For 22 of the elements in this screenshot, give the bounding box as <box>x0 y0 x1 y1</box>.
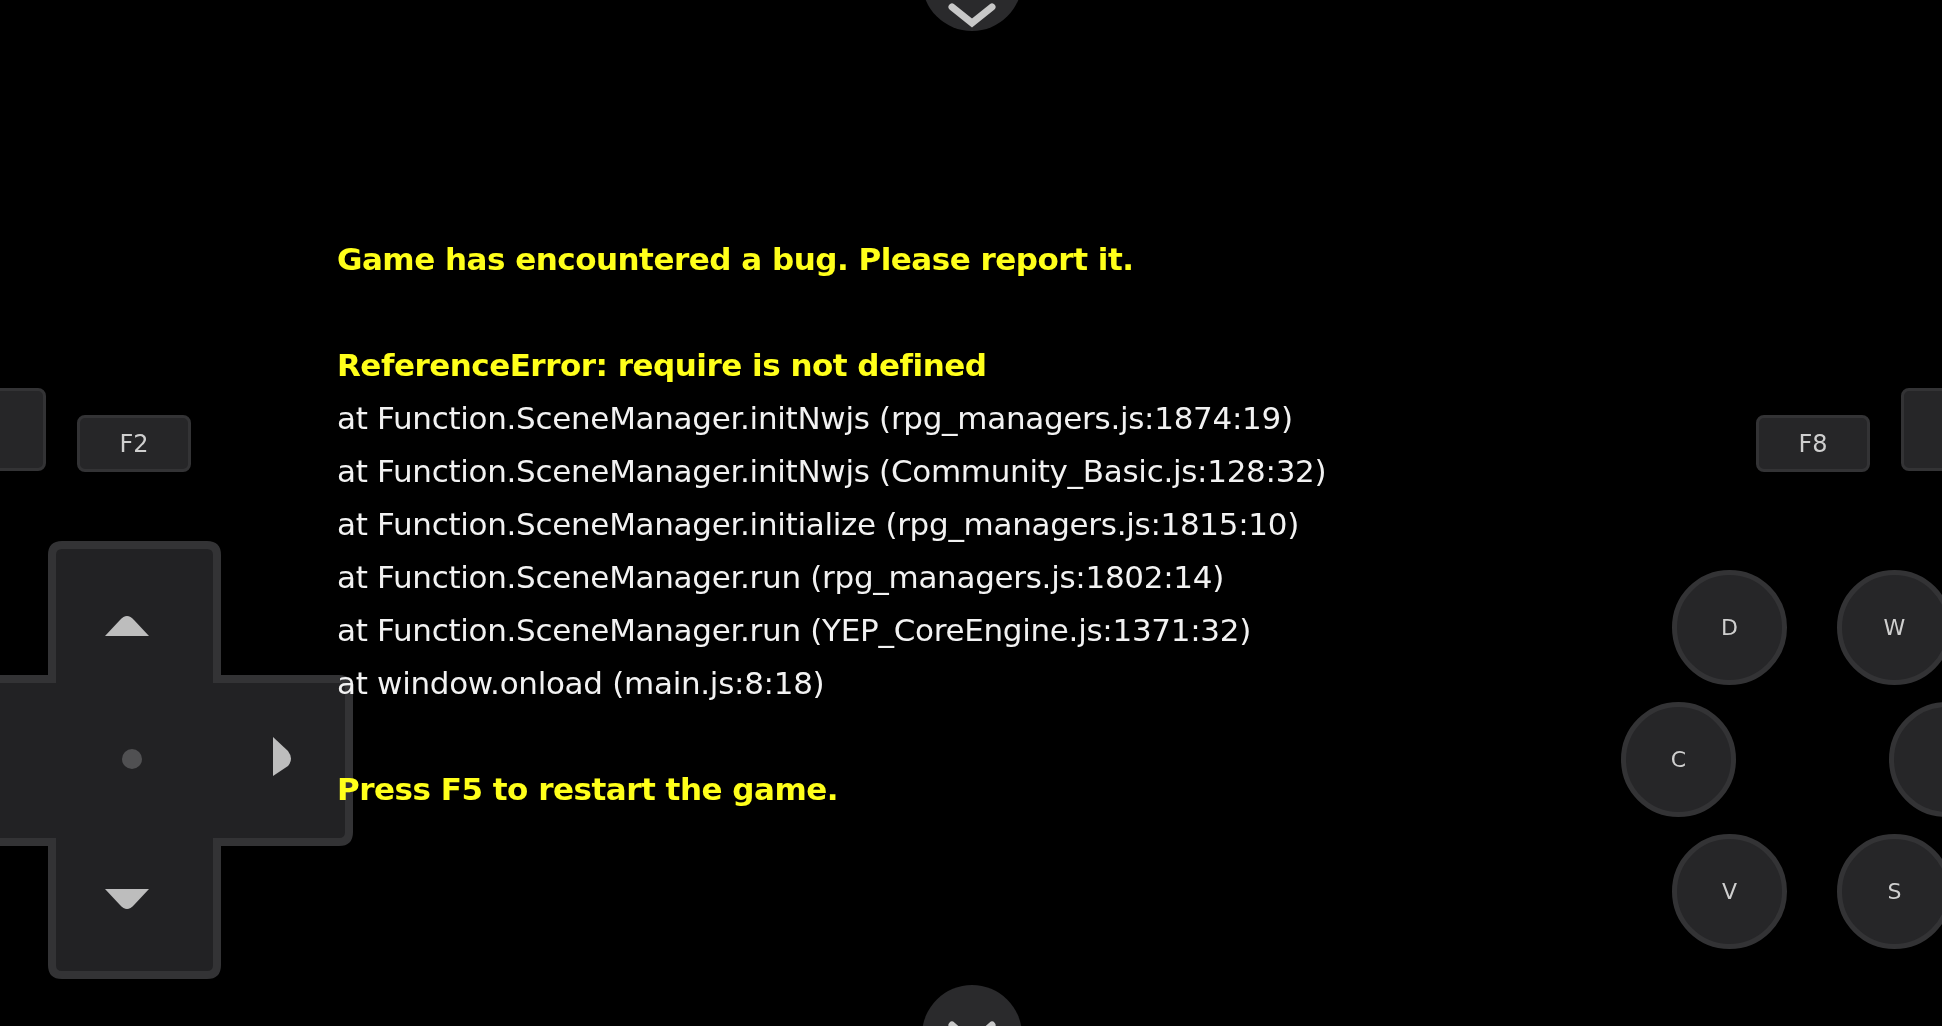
arrow-down-icon <box>105 889 149 909</box>
arrow-up-icon <box>105 616 149 636</box>
action-button[interactable]: S <box>1837 834 1942 949</box>
error-message: ReferenceError: require is not defined <box>337 347 987 383</box>
stack-trace-line: at Function.SceneManager.run (rpg_managers.js:1802:14) <box>337 559 1224 595</box>
action-button[interactable]: V <box>1672 834 1787 949</box>
stack-trace-line: at Function.SceneManager.initNwjs (rpg_managers.js:1874:19) <box>337 400 1293 436</box>
action-button[interactable]: C <box>1621 702 1736 817</box>
restart-hint: Press F5 to restart the game. <box>337 771 838 807</box>
function-key-button[interactable]: F8 <box>1756 415 1870 472</box>
chevron-down-icon <box>948 1021 996 1026</box>
stack-trace-line: at Function.SceneManager.run (YEP_CoreEngine.js:1371:32) <box>337 612 1251 648</box>
error-title: Game has encountered a bug. Please report it. <box>337 241 1134 277</box>
action-button[interactable]: W <box>1837 570 1942 685</box>
action-button[interactable]: D <box>1672 570 1787 685</box>
arrow-right-icon <box>273 737 291 776</box>
function-key-button[interactable]: F2 <box>77 415 191 472</box>
chevron-down-icon <box>948 3 996 28</box>
stack-trace-line: at window.onload (main.js:8:18) <box>337 665 825 701</box>
stack-trace-line: at Function.SceneManager.initialize (rpg_managers.js:1815:10) <box>337 506 1299 542</box>
dot-icon <box>122 749 142 769</box>
stack-trace-line: at Function.SceneManager.initNwjs (Community_Basic.js:128:32) <box>337 453 1327 489</box>
